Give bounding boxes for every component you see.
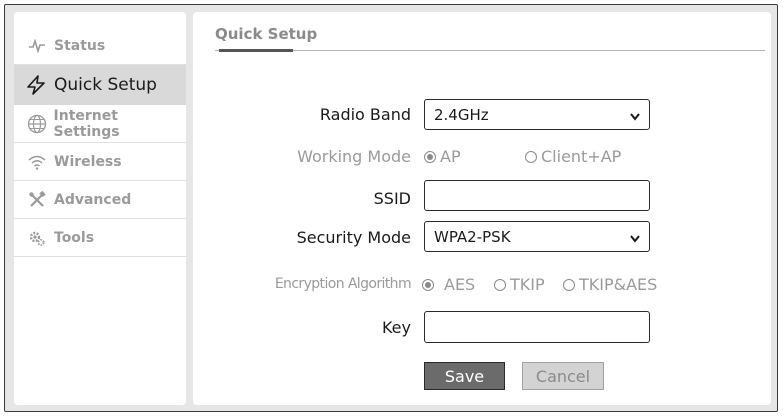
lightning-icon: [24, 73, 48, 97]
main-panel: Quick Setup Radio Band 2.4GHz Working Mo…: [193, 12, 771, 405]
chevron-down-icon: [629, 108, 641, 126]
encryption-aes-option[interactable]: AES: [422, 275, 475, 294]
sidebar-item-label: Wireless: [54, 153, 122, 170]
radio-unselected[interactable]: [525, 150, 537, 163]
cancel-button[interactable]: Cancel: [522, 362, 604, 390]
working-mode-ap-option[interactable]: AP: [424, 147, 461, 166]
option-label: AES: [444, 275, 476, 294]
key-input[interactable]: [424, 311, 650, 343]
sidebar: Status Quick Setup Internet Settings Wir…: [14, 12, 186, 405]
sidebar-item-advanced[interactable]: Advanced: [14, 181, 186, 219]
radio-band-value: 2.4GHz: [434, 105, 489, 124]
security-mode-value: WPA2-PSK: [434, 227, 511, 246]
radio-band-select[interactable]: 2.4GHz: [424, 99, 650, 130]
gear-icon: [26, 227, 48, 249]
ssid-label: SSID: [373, 189, 411, 208]
sidebar-item-label: Internet Settings: [53, 107, 120, 140]
option-label: TKIP: [510, 275, 545, 294]
title-divider: [215, 50, 765, 51]
sidebar-item-label: Status: [54, 37, 106, 54]
page-title: Quick Setup: [215, 25, 318, 43]
radio-selected[interactable]: [422, 278, 434, 291]
radio-unselected[interactable]: [494, 278, 506, 291]
ssid-input[interactable]: [424, 180, 650, 211]
encryption-algorithm-label: Encryption Algorithm: [274, 276, 412, 292]
wifi-icon: [26, 151, 48, 173]
option-label: Client+AP: [541, 147, 622, 166]
sidebar-item-label: Quick Setup: [54, 75, 157, 95]
working-mode-client-ap-option[interactable]: Client+AP: [525, 147, 621, 166]
pulse-icon: [26, 35, 48, 57]
tools-icon: [26, 189, 48, 211]
chevron-down-icon: [629, 230, 641, 248]
radio-band-label: Radio Band: [319, 105, 411, 124]
globe-icon: [26, 113, 48, 135]
save-button[interactable]: Save: [424, 362, 505, 390]
security-mode-select[interactable]: WPA2-PSK: [424, 221, 650, 252]
title-underline: [219, 49, 293, 52]
sidebar-item-tools[interactable]: Tools: [14, 219, 186, 257]
option-label: AP: [440, 147, 461, 166]
option-label: TKIP&AES: [579, 275, 658, 294]
sidebar-item-label: Advanced: [54, 191, 132, 208]
radio-unselected[interactable]: [563, 278, 575, 291]
sidebar-item-quick-setup[interactable]: Quick Setup: [14, 65, 186, 105]
sidebar-item-wireless[interactable]: Wireless: [14, 143, 186, 181]
radio-selected[interactable]: [424, 150, 436, 163]
working-mode-label: Working Mode: [297, 147, 411, 166]
sidebar-item-internet-settings[interactable]: Internet Settings: [14, 105, 186, 143]
encryption-tkip-aes-option[interactable]: TKIP&AES: [563, 275, 657, 294]
sidebar-item-status[interactable]: Status: [14, 27, 186, 65]
key-label: Key: [381, 318, 411, 337]
security-mode-label: Security Mode: [296, 228, 411, 247]
sidebar-item-label: Tools: [54, 229, 95, 246]
encryption-tkip-option[interactable]: TKIP: [494, 275, 545, 294]
